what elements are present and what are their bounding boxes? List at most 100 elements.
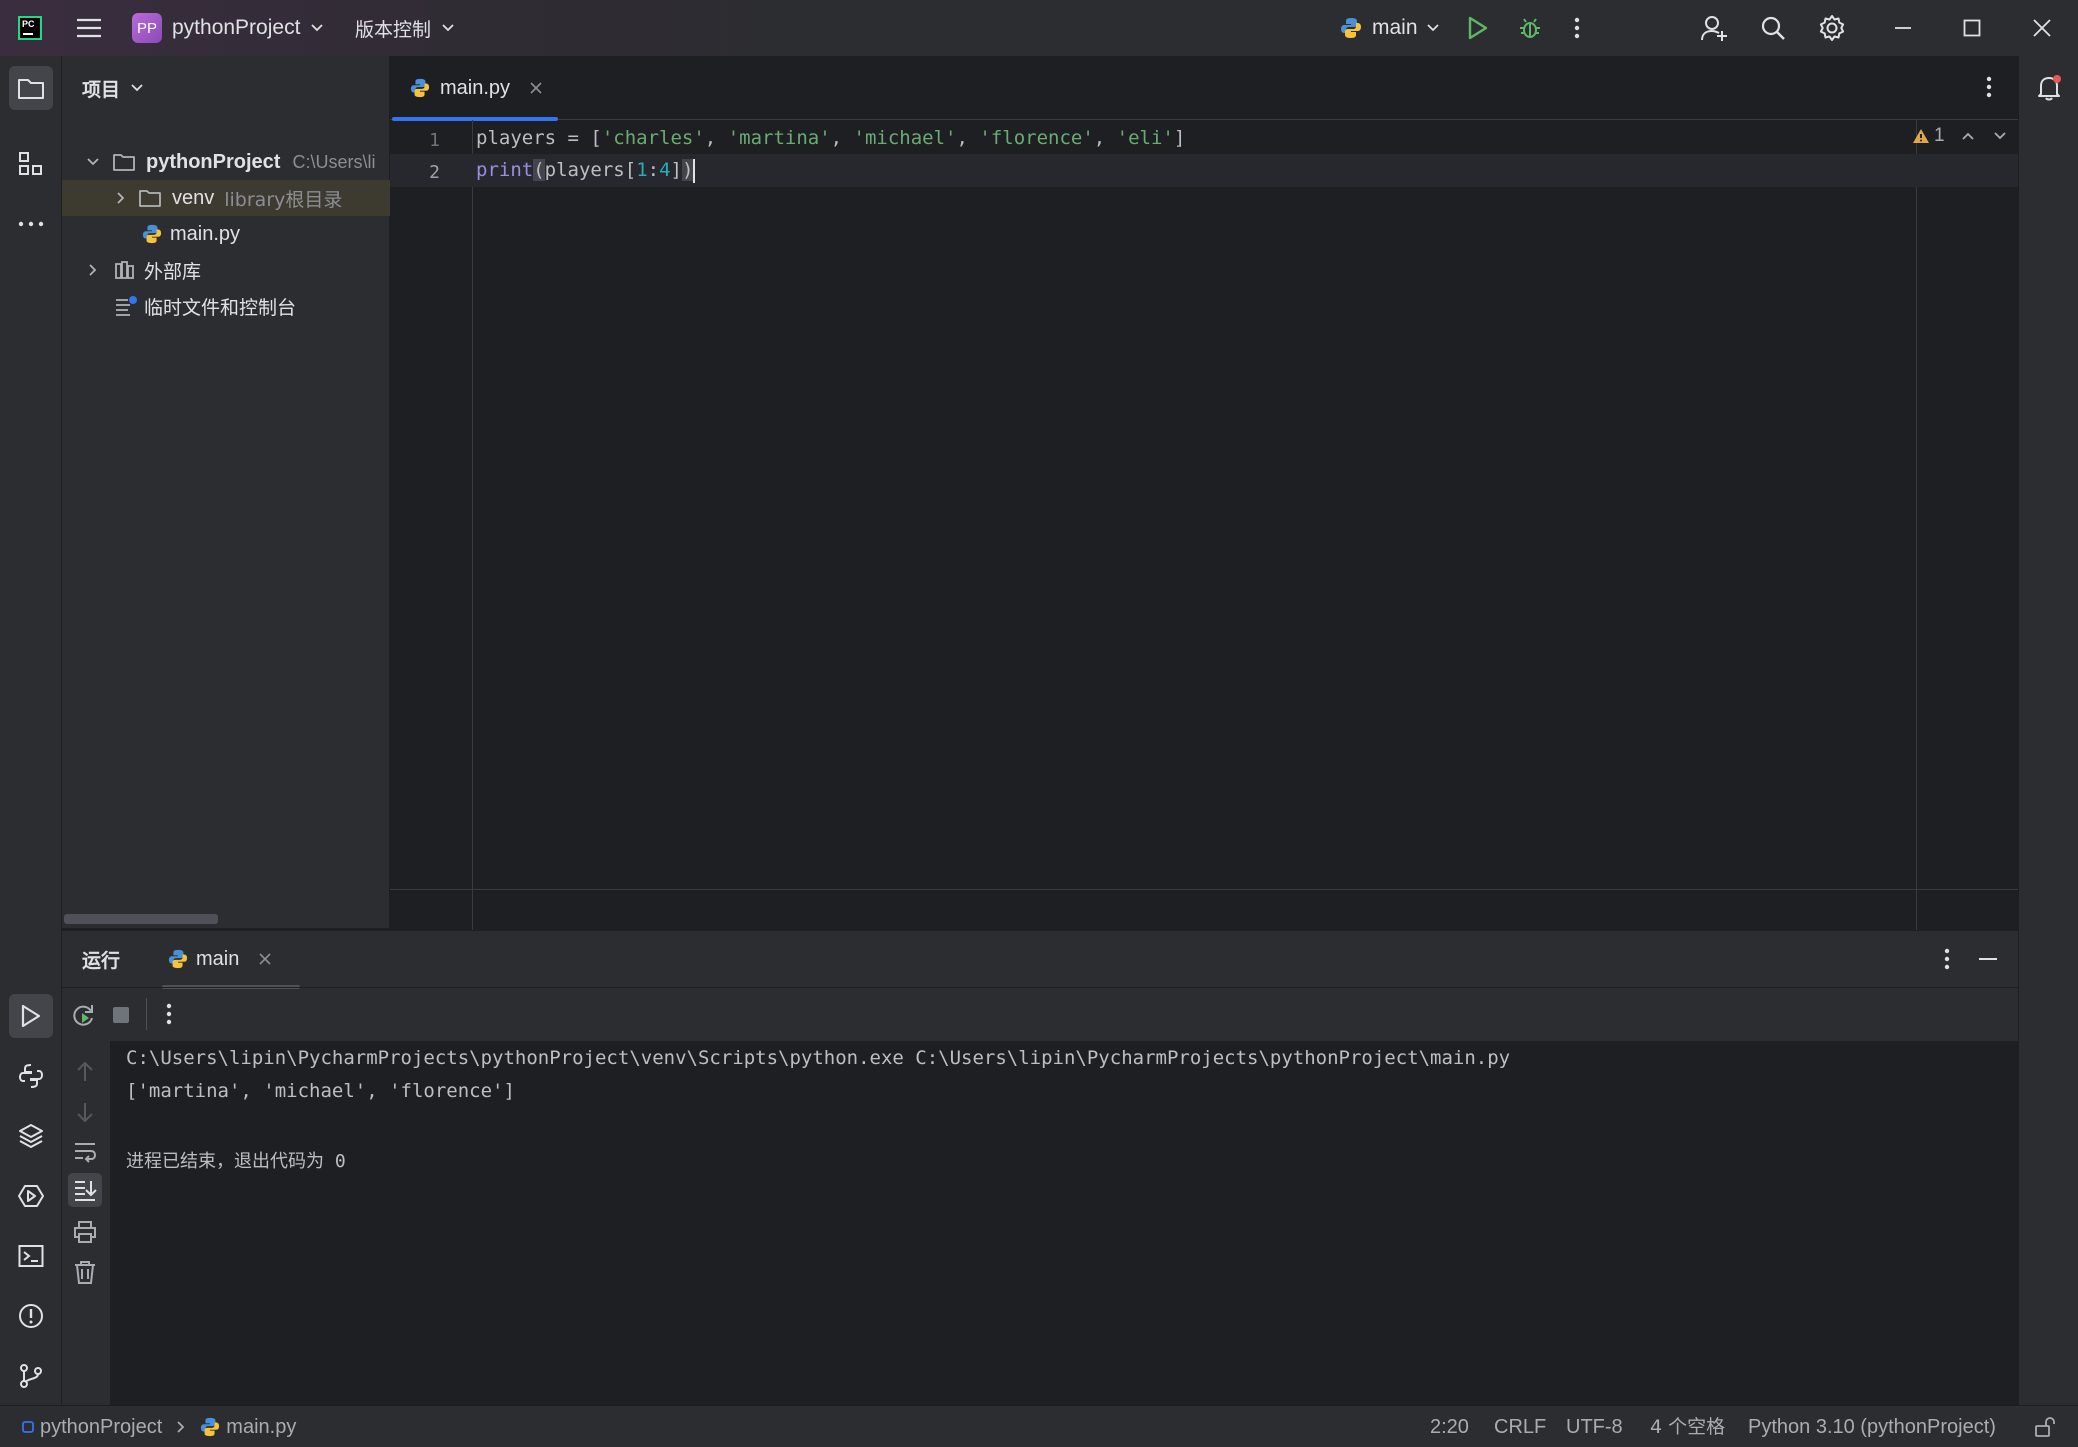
scroll-down-icon[interactable] [72,1099,98,1125]
settings-gear-icon[interactable] [1818,0,1846,56]
editor-area: main.py 1 2 players = ['charles', 'marti… [390,56,2018,946]
right-margin-guide [1916,120,1917,946]
minimize-window-icon[interactable] [1894,0,1912,56]
code-token: ] [670,159,682,181]
inspection-widget[interactable]: 1 [1912,122,2007,150]
read-only-lock-icon[interactable] [2034,1416,2056,1438]
tree-item-label: 外部库 [144,260,202,283]
python-interpreter[interactable]: Python 3.10 (pythonProject) [1748,1406,1996,1447]
more-tools-icon[interactable] [9,202,53,246]
toolbar-separator [146,998,147,1030]
editor-tabs-more-icon[interactable] [1986,76,1992,98]
clear-all-trash-icon[interactable] [72,1259,98,1285]
breadcrumb-file[interactable]: main.py [226,1406,296,1447]
scroll-to-end-icon [75,1181,97,1201]
code-token: print [476,159,534,181]
code-token: [ [624,159,637,181]
line-ending[interactable]: CRLF [1494,1406,1546,1447]
cursor-position[interactable]: 2:20 [1430,1406,1469,1447]
app-logo-icon[interactable]: PC [18,0,42,56]
chevron-down-icon[interactable] [1993,131,2007,141]
run-icon [21,1004,41,1028]
services-button[interactable] [9,1174,53,1218]
code-token: players [476,127,557,149]
code-token: ) [682,159,694,181]
python-packages-button[interactable] [9,1114,53,1158]
chevron-down-icon [442,24,454,32]
terminal-icon [18,1245,44,1267]
code-line-1[interactable]: players = ['charles', 'martina', 'michae… [476,122,1185,155]
python-console-icon [18,1064,44,1088]
run-tool-button[interactable] [9,994,53,1038]
close-window-icon[interactable] [2033,0,2051,56]
tree-item-label: pythonProject [146,150,281,173]
rerun-icon[interactable] [70,1002,96,1028]
vcs-label: 版本控制 [355,18,432,41]
layers-icon [19,1124,43,1148]
line-number: 1 [429,130,440,151]
tab-main-py[interactable]: main.py [392,56,558,121]
debug-button[interactable] [1518,0,1542,56]
library-icon [115,261,134,279]
project-panel-header[interactable]: 项目 [82,56,144,120]
problems-button[interactable] [9,1294,53,1338]
code-line-2[interactable]: print(players[1:4]) [476,154,696,187]
run-toolbar-more-icon[interactable] [166,1003,172,1025]
hide-panel-icon[interactable] [1978,957,1998,961]
search-icon[interactable] [1760,0,1786,56]
code-token: 'florence' [979,127,1094,149]
tree-item-path: C:\Users\li [292,151,376,172]
stop-icon[interactable] [112,1006,130,1024]
console-line: C:\Users\lipin\PycharmProjects\pythonPro… [126,1047,1511,1069]
scroll-to-end-toggle[interactable] [68,1173,102,1207]
maximize-window-icon[interactable] [1963,0,1981,56]
terminal-button[interactable] [9,1234,53,1278]
tab-label: main.py [440,76,511,99]
project-panel: 项目 pythonProject C:\Users\li venv librar… [62,56,390,928]
breadcrumb: pythonProject main.py [22,1406,296,1447]
tree-item-venv[interactable]: venv library根目录 [62,180,390,216]
console-output[interactable]: C:\Users\lipin\PycharmProjects\pythonPro… [110,1041,2018,1406]
tree-item-external-libraries[interactable]: 外部库 [62,252,390,288]
project-tool-button[interactable] [9,66,53,110]
horizontal-scrollbar[interactable] [64,914,218,924]
project-panel-title: 项目 [82,78,121,101]
bug-icon [1520,18,1540,38]
code-token: 'eli' [1116,127,1174,149]
project-name: pythonProject [172,16,301,39]
run-button[interactable] [1467,0,1489,56]
tree-item-scratches[interactable]: 临时文件和控制台 [62,288,390,324]
git-button[interactable] [9,1354,53,1398]
breadcrumb-project[interactable]: pythonProject [40,1406,162,1447]
python-console-button[interactable] [9,1054,53,1098]
close-tab-icon[interactable] [530,82,542,94]
chevron-down-icon [87,158,99,166]
notifications-button[interactable] [2027,66,2071,110]
structure-icon [19,152,42,175]
print-icon[interactable] [72,1219,98,1245]
main-menu-icon[interactable] [76,0,102,56]
run-config-selector[interactable]: main [1340,0,1440,56]
tree-item-label: venv [172,186,215,209]
chevron-up-icon[interactable] [1961,131,1975,141]
tree-item-label: 临时文件和控制台 [144,296,297,319]
close-tab-icon[interactable] [259,953,271,965]
code-token: = [ [556,127,602,149]
vcs-menu[interactable]: 版本控制 [355,0,455,56]
services-icon [18,1185,44,1207]
indent-setting[interactable]: 4 个空格 [1650,1406,1725,1447]
scroll-up-icon[interactable] [72,1059,98,1085]
left-tool-strip [0,56,62,1405]
structure-tool-button[interactable] [9,142,53,186]
project-switcher[interactable]: PP pythonProject [132,0,324,56]
active-tab-indicator [392,117,558,121]
add-user-icon[interactable] [1700,0,1728,56]
tree-item-main-py[interactable]: main.py [62,216,390,252]
run-panel-options-icon[interactable] [1944,948,1950,970]
file-encoding[interactable]: UTF-8 [1566,1406,1623,1447]
tree-item-pythonproject[interactable]: pythonProject C:\Users\li [62,144,390,180]
python-file-icon [410,78,430,98]
soft-wrap-icon[interactable] [72,1139,98,1165]
more-actions-icon[interactable] [1574,0,1580,56]
run-tab-main[interactable]: main [162,931,300,989]
